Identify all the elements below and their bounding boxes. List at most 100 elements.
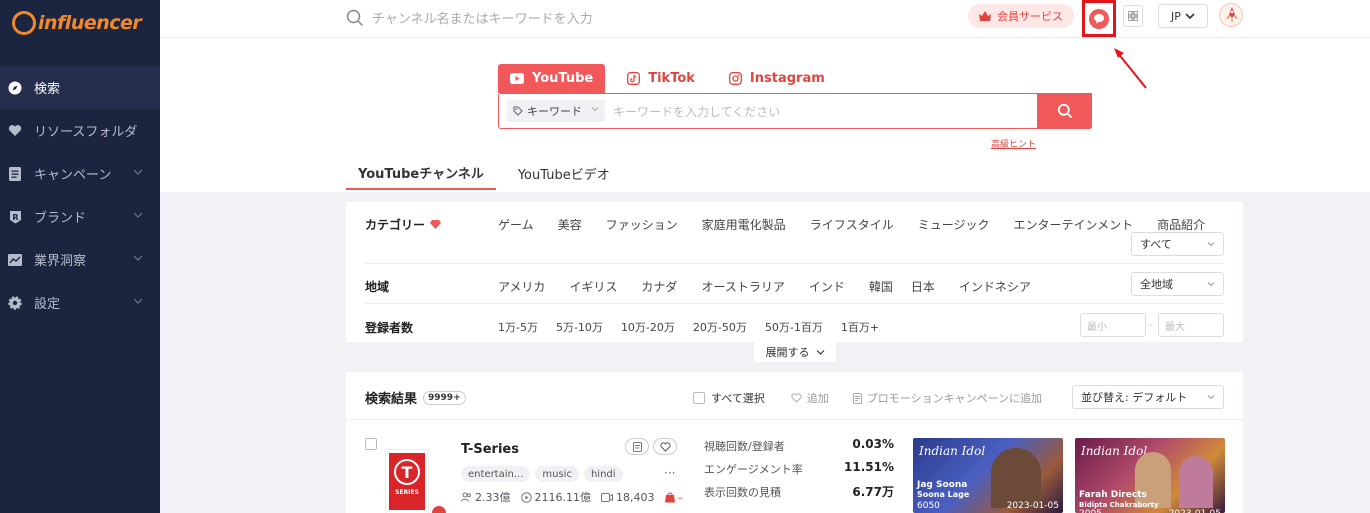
- keyword-input[interactable]: キーワードを入力してください: [613, 103, 780, 120]
- table-row[interactable]: T SERIES T-Series entertain... music hin…: [346, 430, 1243, 513]
- checkbox[interactable]: [693, 392, 705, 404]
- select-all-checkbox[interactable]: すべて選択: [693, 390, 765, 406]
- category-options: ゲーム 美容 ファッション 家庭用電化製品 ライフスタイル ミュージック エンタ…: [498, 216, 1229, 233]
- subscriber-option[interactable]: 1万-5万: [498, 319, 538, 335]
- logo-mark-icon: [12, 11, 36, 35]
- row-checkbox[interactable]: [365, 438, 377, 450]
- tab-tiktok[interactable]: TikTok: [615, 64, 707, 93]
- subscriber-min-input[interactable]: 最小: [1080, 313, 1146, 337]
- tab-youtube-channel[interactable]: YouTubeチャンネル: [346, 156, 496, 190]
- category-option[interactable]: ミュージック: [918, 216, 990, 233]
- more-tags-button[interactable]: ···: [664, 466, 675, 480]
- sidebar-item-campaign[interactable]: キャンペーン: [0, 152, 160, 195]
- thumb-person: [1179, 456, 1213, 508]
- channel-avatar[interactable]: T SERIES: [385, 449, 429, 513]
- thumb-date: 2023-01-05: [1169, 509, 1221, 513]
- tab-label: YouTubeチャンネル: [358, 166, 484, 182]
- sidebar: influencer 検索 リソースフォルダ キャンペーン R ブランド 業界洞…: [0, 0, 160, 513]
- category-label: カテゴリー: [365, 216, 442, 233]
- subscriber-max-input[interactable]: 最大: [1158, 313, 1224, 337]
- chevron-down-icon: [1207, 395, 1215, 400]
- note-icon: [632, 441, 642, 452]
- search-button[interactable]: [1037, 93, 1092, 129]
- region-label-text: 地域: [365, 280, 390, 294]
- top-search-placeholder[interactable]: チャンネル名またはキーワードを入力: [372, 8, 593, 27]
- tab-instagram[interactable]: Instagram: [717, 64, 837, 93]
- brand-logo[interactable]: influencer: [12, 8, 142, 38]
- region-option[interactable]: カナダ: [641, 278, 677, 295]
- region-option[interactable]: イギリス: [569, 278, 617, 295]
- region-option[interactable]: 韓国: [869, 278, 893, 295]
- category-option[interactable]: ライフスタイル: [810, 216, 894, 233]
- region-option[interactable]: インドネシア: [959, 278, 1031, 295]
- add-button[interactable]: 追加: [791, 390, 829, 406]
- region-select[interactable]: 全地域: [1131, 272, 1224, 296]
- category-option[interactable]: 家庭用電化製品: [702, 216, 786, 233]
- region-option[interactable]: オーストラリア: [701, 278, 784, 295]
- sort-select[interactable]: 並び替え: デフォルト: [1072, 385, 1224, 409]
- max-placeholder: 最大: [1165, 321, 1185, 333]
- sidebar-item-search[interactable]: 検索: [0, 66, 160, 109]
- grid-icon: [1128, 11, 1138, 21]
- category-option[interactable]: エンターテインメント: [1013, 216, 1133, 233]
- subscriber-option[interactable]: 10万-20万: [621, 319, 675, 335]
- channel-actions: [625, 438, 681, 455]
- extra-value: –: [677, 490, 684, 504]
- tab-youtube-video[interactable]: YouTubeビデオ: [506, 156, 622, 190]
- favorite-button[interactable]: [653, 438, 677, 455]
- region-option[interactable]: インド: [809, 278, 845, 295]
- keyword-type-select[interactable]: キーワード: [507, 100, 605, 122]
- subscriber-options: 1万-5万 5万-10万 10万-20万 20万-50万 50万-1百万 1百万…: [498, 319, 903, 335]
- metric-value: 0.03%: [852, 437, 894, 451]
- category-option[interactable]: 美容: [558, 216, 582, 233]
- expand-label: 展開する: [765, 346, 810, 359]
- top-search[interactable]: チャンネル名またはキーワードを入力: [346, 8, 593, 27]
- subscriber-option[interactable]: 1百万+: [841, 319, 879, 335]
- category-select[interactable]: すべて: [1131, 232, 1224, 256]
- add-to-campaign-button[interactable]: プロモーションキャンペーンに追加: [852, 390, 1042, 406]
- subscriber-option[interactable]: 5万-10万: [556, 319, 603, 335]
- sidebar-item-brand[interactable]: R ブランド: [0, 195, 160, 238]
- sidebar-item-insights[interactable]: 業界洞察: [0, 238, 160, 281]
- language-select[interactable]: JP: [1158, 4, 1208, 28]
- thumb-caption: Jag Soona: [917, 480, 968, 490]
- region-option[interactable]: 日本: [911, 278, 935, 295]
- instagram-icon: [728, 72, 742, 85]
- channel-name[interactable]: T-Series: [461, 442, 519, 457]
- sidebar-item-settings[interactable]: 設定: [0, 281, 160, 324]
- category-option[interactable]: ファッション: [606, 216, 678, 233]
- subscriber-option[interactable]: 50万-1百万: [765, 319, 823, 335]
- apps-grid-button[interactable]: [1123, 5, 1143, 27]
- keyword-search-box: キーワード キーワードを入力してください: [498, 93, 1092, 129]
- metric-row: 視聴回数/登録者 0.03%: [704, 437, 894, 461]
- region-option[interactable]: アメリカ: [498, 278, 545, 295]
- chevron-down-icon: [133, 212, 143, 218]
- crown-icon: [979, 11, 991, 21]
- tab-youtube[interactable]: YouTube: [498, 64, 606, 93]
- expand-filters-button[interactable]: 展開する: [754, 342, 836, 362]
- tseries-logo-icon: T: [394, 459, 420, 485]
- advanced-hint-link[interactable]: 高級ヒント: [991, 137, 1036, 150]
- video-thumbnail[interactable]: Indian Idol Jag Soona Soona Lage 6050 20…: [913, 438, 1063, 513]
- sidebar-item-label: ブランド: [34, 211, 87, 226]
- category-option[interactable]: ゲーム: [498, 216, 534, 233]
- category-option[interactable]: 商品紹介: [1157, 216, 1205, 233]
- subscriber-option[interactable]: 20万-50万: [693, 319, 747, 335]
- chevron-down-icon: [816, 349, 824, 355]
- sidebar-item-resources[interactable]: リソースフォルダ: [0, 109, 160, 152]
- vip-service-button[interactable]: 会員サービス: [968, 4, 1074, 28]
- video-thumbnail[interactable]: Indian Idol Farah Directs Bidipta Chakra…: [1075, 438, 1225, 513]
- logo-text: influencer: [38, 12, 142, 34]
- tag[interactable]: entertain...: [461, 466, 531, 482]
- results-actions: すべて選択 追加 プロモーションキャンペーンに追加: [693, 390, 1066, 406]
- chevron-down-icon: [591, 107, 599, 112]
- message-button[interactable]: [1082, 0, 1116, 37]
- results-panel: 検索結果 9999+ すべて選択 追加 プロモーションキャンペーンに追加 並び替…: [346, 372, 1243, 513]
- avatar[interactable]: [1219, 3, 1243, 27]
- tag[interactable]: hindi: [583, 466, 623, 482]
- note-button[interactable]: [625, 438, 649, 455]
- min-placeholder: 最小: [1087, 321, 1107, 333]
- tag[interactable]: music: [535, 466, 579, 482]
- channel-stats: 2.33億 2116.11億 18,403 –: [461, 489, 693, 505]
- avatar-rocket-icon: [1226, 7, 1238, 23]
